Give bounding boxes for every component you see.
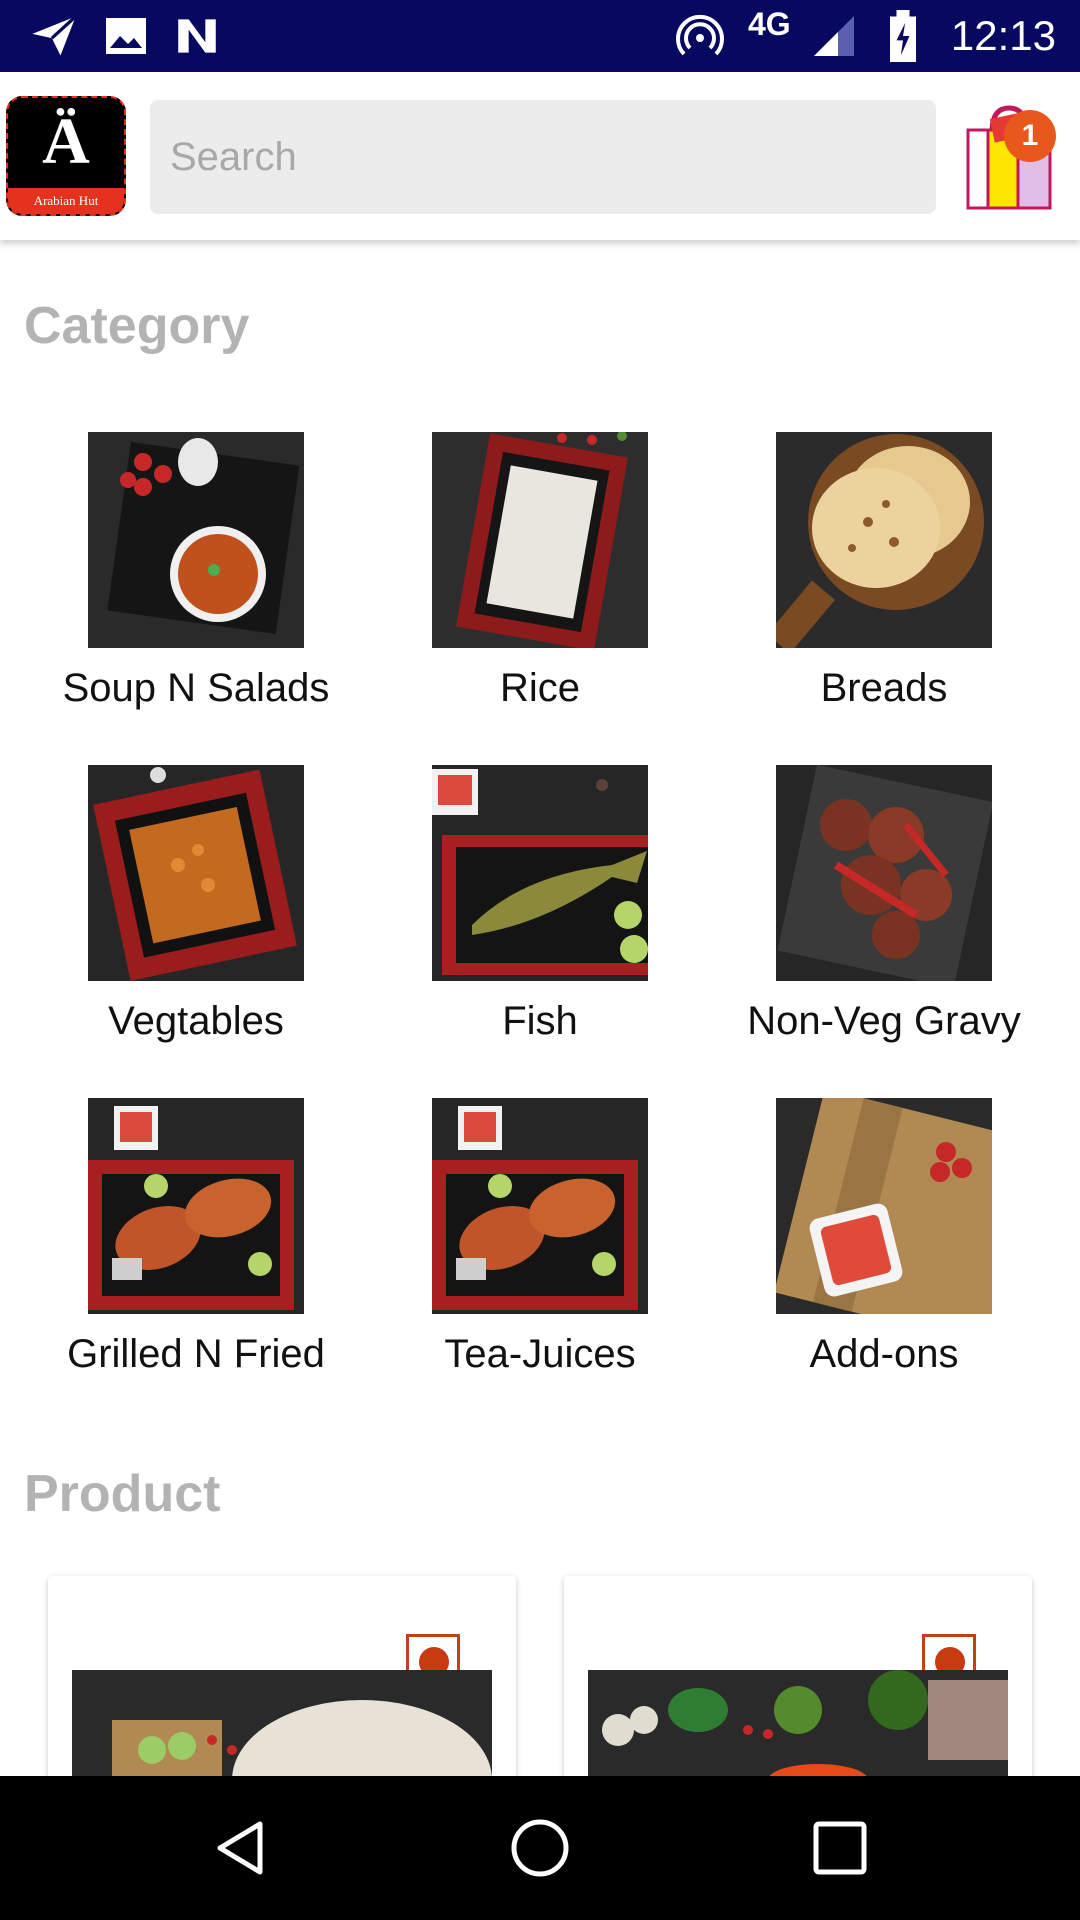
status-bar: 4G 12:13 bbox=[0, 0, 1080, 72]
category-item-breads[interactable]: Breads bbox=[712, 432, 1056, 711]
category-label: Fish bbox=[502, 999, 578, 1043]
search-input[interactable] bbox=[150, 100, 936, 214]
app-bar: Ä Arabian Hut 1 bbox=[0, 72, 1080, 240]
category-label: Vegtables bbox=[108, 999, 284, 1043]
home-icon[interactable] bbox=[508, 1816, 572, 1880]
category-label: Breads bbox=[820, 666, 948, 710]
category-label: Rice bbox=[499, 666, 581, 710]
network-type: 4G bbox=[748, 6, 791, 42]
category-item-grilled-n-fried[interactable]: Grilled N Fried bbox=[24, 1098, 368, 1377]
category-item-fish[interactable]: Fish bbox=[368, 765, 712, 1044]
fish-image bbox=[432, 765, 648, 981]
category-label: Non-Veg Gravy bbox=[747, 999, 1021, 1043]
fried-chicken-image bbox=[432, 1098, 648, 1314]
clock: 12:13 bbox=[950, 12, 1056, 59]
image-icon bbox=[106, 18, 146, 54]
fried-chicken-image bbox=[88, 1098, 304, 1314]
app-logo[interactable]: Ä Arabian Hut bbox=[6, 96, 126, 216]
battery-charging-icon bbox=[890, 10, 916, 62]
recents-icon[interactable] bbox=[808, 1816, 872, 1880]
product-heading: Product bbox=[24, 1465, 221, 1523]
category-label: Add-ons bbox=[809, 1332, 959, 1376]
veg-curry-image bbox=[88, 765, 304, 981]
back-icon[interactable] bbox=[208, 1816, 272, 1880]
category-label: Tea-Juices bbox=[444, 1332, 636, 1376]
category-label: Grilled N Fried bbox=[67, 1332, 325, 1376]
rice-image bbox=[432, 432, 648, 648]
soup-image bbox=[88, 432, 304, 648]
category-item-tea-juices[interactable]: Tea-Juices bbox=[368, 1098, 712, 1377]
signal-icon bbox=[814, 16, 854, 56]
category-item-soup[interactable]: Soup N Salads bbox=[24, 432, 368, 711]
logo-text: Arabian Hut bbox=[8, 188, 124, 214]
logo-letter: Ä bbox=[42, 105, 90, 178]
navigation-bar bbox=[0, 1776, 1080, 1920]
category-label: Soup N Salads bbox=[62, 666, 330, 710]
sauce-image bbox=[776, 1098, 992, 1314]
n-icon bbox=[178, 19, 216, 53]
chicken-gravy-image bbox=[776, 765, 992, 981]
cart-count-badge: 1 bbox=[1004, 110, 1056, 162]
category-item-non-veg-gravy[interactable]: Non-Veg Gravy bbox=[712, 765, 1056, 1044]
category-item-rice[interactable]: Rice bbox=[368, 432, 712, 711]
hotspot-icon bbox=[676, 14, 724, 56]
category-heading: Category bbox=[24, 297, 250, 355]
telegram-icon bbox=[32, 15, 77, 56]
category-item-add-ons[interactable]: Add-ons bbox=[712, 1098, 1056, 1377]
bread-image bbox=[776, 432, 992, 648]
category-item-vegtables[interactable]: Vegtables bbox=[24, 765, 368, 1044]
